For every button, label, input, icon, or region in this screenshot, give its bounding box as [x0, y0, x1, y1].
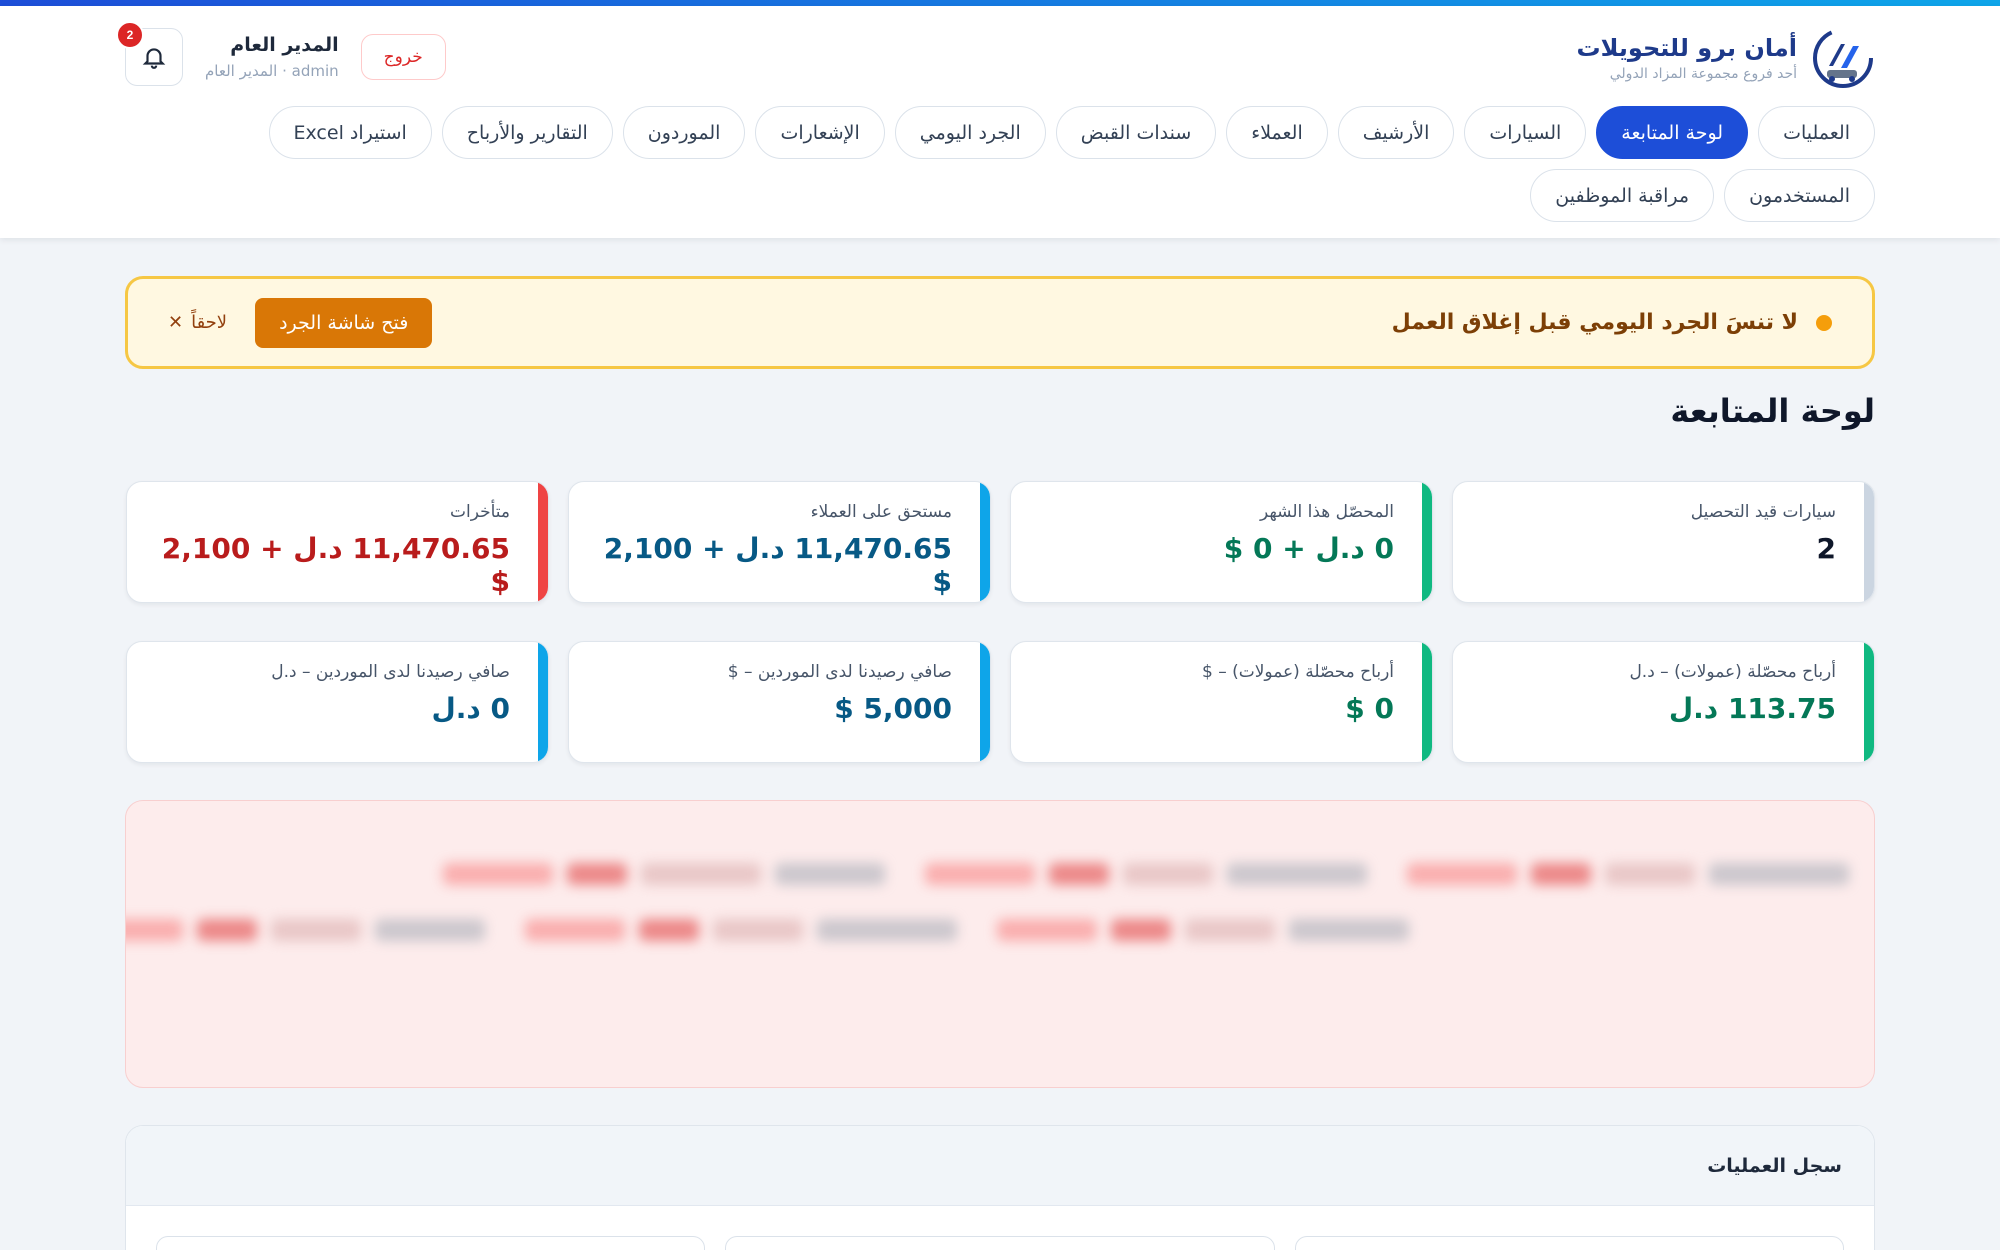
stat-card-accent: [1864, 642, 1874, 762]
stat-card-label: صافي رصيدنا لدى الموردين – $: [727, 662, 952, 682]
later-label: لاحقاً: [191, 312, 228, 333]
stat-card: مستحق على العملاء 11,470.65 د.ل + 2,100 $: [568, 481, 991, 603]
stat-card-accent: [538, 482, 548, 602]
logout-button[interactable]: خروج: [360, 34, 446, 80]
nav-tab[interactable]: العملاء: [1226, 106, 1328, 159]
open-inventory-button[interactable]: فتح شاشة الجرد: [255, 297, 433, 348]
stat-card-accent: [1422, 482, 1432, 602]
stat-card-accent: [980, 642, 990, 762]
nav-tab[interactable]: الموردون: [622, 106, 746, 159]
stat-card: متأخرات 11,470.65 د.ل + 2,100 $: [126, 481, 549, 603]
page-title: لوحة المتابعة: [1670, 392, 1875, 430]
dismiss-later-button[interactable]: لاحقاً ✕: [168, 312, 227, 333]
stat-card-accent: [1422, 642, 1432, 762]
stat-card-accent: [980, 482, 990, 602]
blurred-chip: [925, 863, 1367, 885]
stat-card-label: متأخرات: [449, 502, 510, 522]
nav-tab[interactable]: الجرد اليومي: [894, 106, 1046, 159]
stat-card-label: أرباح محصّلة (عمولات) – $: [1201, 662, 1394, 682]
nav-tab[interactable]: الإشعارات: [755, 106, 885, 159]
log-filter-field[interactable]: [156, 1236, 706, 1250]
user-info: المدير العام admin · المدير العام: [205, 34, 339, 80]
stat-card-label: سيارات قيد التحصيل: [1690, 502, 1836, 522]
stat-card-value: 0 د.ل + 0 $: [1223, 532, 1394, 565]
log-filter-field[interactable]: [1294, 1236, 1844, 1250]
notifications-button[interactable]: 2: [116, 21, 183, 86]
blurred-row: [126, 919, 1849, 941]
nav-tab[interactable]: سندات القبض: [1055, 106, 1217, 159]
stat-card-label: أرباح محصّلة (عمولات) – د.ل: [1629, 662, 1836, 682]
brand: أمان برو للتحويلات أحد فروع مجموعة المزا…: [1577, 26, 1875, 90]
blurred-row: [151, 863, 1849, 885]
stat-card-value: 113.75 د.ل: [1668, 692, 1836, 725]
app-header: أمان برو للتحويلات أحد فروع مجموعة المزا…: [0, 6, 2000, 238]
user-area: 2 المدير العام admin · المدير العام خروج: [116, 21, 446, 86]
notification-count-badge: 2: [116, 21, 144, 49]
user-name: المدير العام: [230, 34, 339, 56]
stat-card-label: صافي رصيدنا لدى الموردين – د.ل: [271, 662, 510, 682]
operations-log-title: سجل العمليات: [1707, 1154, 1842, 1177]
stat-card-value: 0 د.ل: [431, 692, 510, 725]
operations-log: سجل العمليات: [125, 1125, 1875, 1250]
blurred-chip: [126, 919, 485, 941]
bell-icon: [142, 48, 166, 69]
stat-card-value: 11,470.65 د.ل + 2,100 $: [161, 532, 510, 598]
operations-log-filters: [126, 1206, 1874, 1250]
brand-logo-icon: [1813, 28, 1873, 88]
stat-card-label: المحصّل هذا الشهر: [1259, 502, 1394, 522]
brand-subtitle: أحد فروع مجموعة المزاد الدولي: [1609, 66, 1797, 82]
stat-card: أرباح محصّلة (عمولات) – د.ل 113.75 د.ل: [1452, 641, 1875, 763]
overdue-section-blurred: [125, 800, 1875, 1088]
stats-grid: سيارات قيد التحصيل 2 المحصّل هذا الشهر 0 د.…: [125, 481, 1875, 763]
reminder-actions: فتح شاشة الجرد لاحقاً ✕: [168, 297, 433, 348]
blurred-chip: [443, 863, 885, 885]
stat-card-value: 2: [1816, 532, 1836, 565]
nav-tab[interactable]: العمليات: [1758, 106, 1875, 159]
nav-tab[interactable]: الأرشيف: [1337, 106, 1455, 159]
stat-card: سيارات قيد التحصيل 2: [1452, 481, 1875, 603]
stat-card: صافي رصيدنا لدى الموردين – $ 5,000 $: [568, 641, 991, 763]
blurred-content: [126, 801, 1874, 969]
stat-card: المحصّل هذا الشهر 0 د.ل + 0 $: [1010, 481, 1433, 603]
user-role: admin · المدير العام: [205, 62, 339, 80]
blurred-chip: [1407, 863, 1849, 885]
blurred-chip: [997, 919, 1409, 941]
reminder-text: لا تنسَ الجرد اليومي قبل إغلاق العمل: [1392, 310, 1832, 335]
stat-card-accent: [538, 642, 548, 762]
stat-card-value: 11,470.65 د.ل + 2,100 $: [603, 532, 952, 598]
nav-tab[interactable]: المستخدمون: [1724, 169, 1875, 222]
warning-dot-icon: [1816, 314, 1832, 331]
nav-tab[interactable]: لوحة المتابعة: [1596, 106, 1749, 159]
nav-tab[interactable]: مراقبة الموظفين: [1530, 169, 1715, 222]
close-icon: ✕: [168, 312, 184, 333]
operations-log-header: سجل العمليات: [126, 1126, 1874, 1206]
brand-title: أمان برو للتحويلات: [1576, 34, 1797, 62]
stat-card-accent: [1864, 482, 1874, 602]
nav-tab[interactable]: استيراد Excel: [268, 106, 432, 159]
stat-card-value: 0 $: [1345, 692, 1394, 725]
blurred-chip: [525, 919, 957, 941]
stat-card-label: مستحق على العملاء: [810, 502, 952, 522]
inventory-reminder-banner: لا تنسَ الجرد اليومي قبل إغلاق العمل فتح…: [125, 276, 1875, 369]
nav-tab[interactable]: السيارات: [1464, 106, 1587, 159]
reminder-message: لا تنسَ الجرد اليومي قبل إغلاق العمل: [1391, 310, 1798, 335]
stat-card-value: 5,000 $: [834, 692, 952, 725]
log-filter-field[interactable]: [725, 1236, 1275, 1250]
main-nav: العمليات لوحة المتابعة السيارات الأرشيف العم…: [125, 106, 1875, 222]
stat-card: صافي رصيدنا لدى الموردين – د.ل 0 د.ل: [126, 641, 549, 763]
nav-tab[interactable]: التقارير والأرباح: [441, 106, 613, 159]
stat-card: أرباح محصّلة (عمولات) – $ 0 $: [1010, 641, 1433, 763]
